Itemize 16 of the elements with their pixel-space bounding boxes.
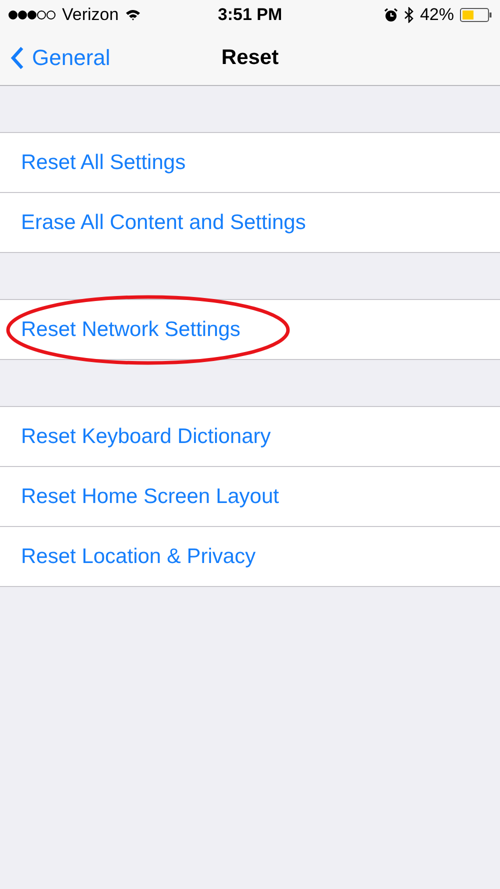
- signal-icon: [8, 10, 56, 20]
- settings-option[interactable]: Reset Location & Privacy: [21, 544, 256, 568]
- settings-option[interactable]: Erase All Content and Settings: [21, 210, 306, 234]
- battery-percent: 42%: [420, 5, 454, 25]
- settings-option[interactable]: Reset All Settings: [21, 150, 186, 174]
- status-time: 3:51 PM: [218, 5, 282, 25]
- carrier-name: Verizon: [62, 5, 119, 25]
- screen-title: Reset: [221, 46, 279, 70]
- bluetooth-icon: [404, 7, 414, 23]
- settings-option[interactable]: Reset Home Screen Layout: [21, 484, 279, 508]
- back-button[interactable]: General: [0, 44, 110, 70]
- settings-option[interactable]: Reset Keyboard Dictionary: [21, 424, 271, 448]
- wifi-icon: [124, 9, 141, 21]
- battery-icon: [460, 8, 492, 22]
- alarm-clock-icon: [384, 8, 398, 22]
- chevron-left-icon: [10, 46, 24, 70]
